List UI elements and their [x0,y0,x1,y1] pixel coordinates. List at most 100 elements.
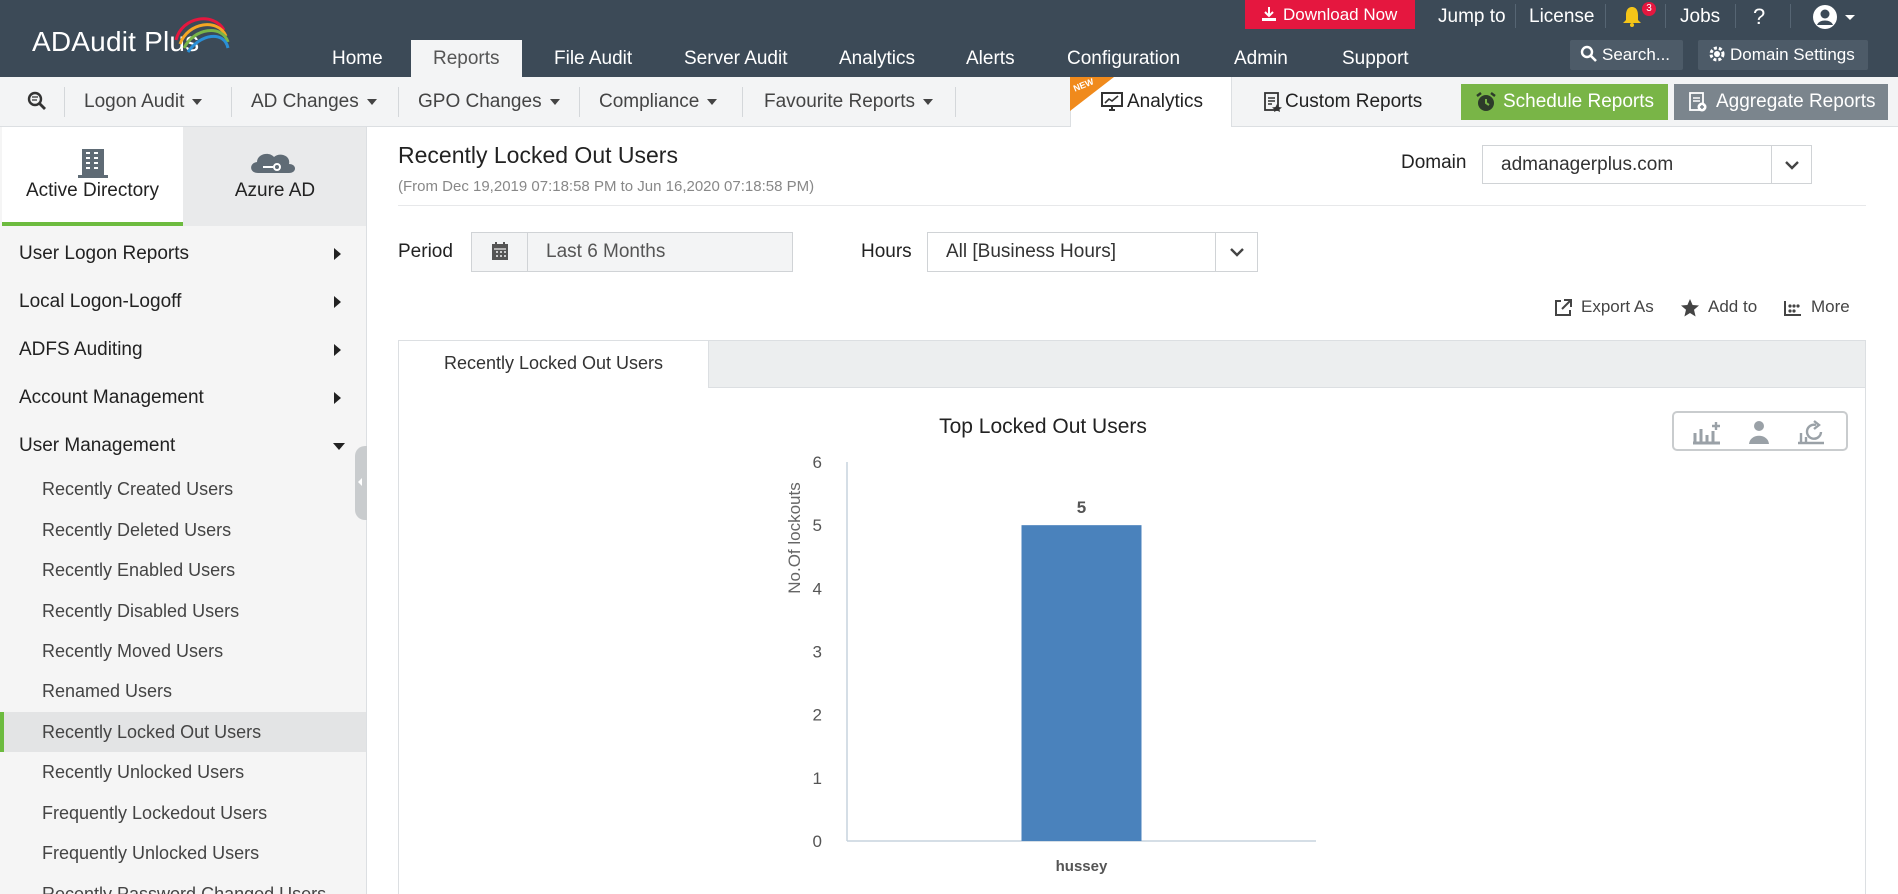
sidebar-item-recently-created-users[interactable]: Recently Created Users [0,469,366,509]
top-nav-server-audit[interactable]: Server Audit [662,40,810,77]
sidebar-item-frequently-lockedout-users[interactable]: Frequently Lockedout Users [0,793,366,833]
ad-changes-menu[interactable]: AD Changes [251,77,377,127]
domain-select[interactable]: admanagerplus.com [1482,145,1812,184]
expand-arrow-icon [334,248,341,260]
star-icon [1681,299,1699,317]
sidebar-item-recently-deleted-users[interactable]: Recently Deleted Users [0,510,366,550]
top-nav-home[interactable]: Home [310,40,405,77]
tab-recently-locked-out-users[interactable]: Recently Locked Out Users [399,341,709,388]
sidebar-item-frequently-unlocked-users[interactable]: Frequently Unlocked Users [0,833,366,873]
subnav-divider [742,87,743,117]
calendar-button[interactable] [472,233,528,271]
custom-report-icon [1264,92,1282,112]
sidebar-section-account-management[interactable]: Account Management [0,375,366,421]
top-nav-reports[interactable]: Reports [411,40,522,77]
sidebar-item-recently-disabled-users[interactable]: Recently Disabled Users [0,591,366,631]
compliance-label: Compliance [599,91,700,112]
global-search-button[interactable]: Search... [1570,40,1683,70]
ad-changes-label: AD Changes [251,91,359,112]
gpo-changes-label: GPO Changes [418,91,542,112]
sidebar: Active Directory Azure AD User Logon Rep… [0,127,367,894]
sidebar-collapse-handle[interactable] [355,446,367,520]
tab-active-directory[interactable]: Active Directory [2,127,183,226]
collapse-arrow-icon [333,443,345,450]
sidebar-section-user-logon-reports[interactable]: User Logon Reports [0,231,366,277]
caret-down-icon [923,98,934,105]
jobs-link[interactable]: Jobs [1680,0,1720,33]
domain-settings-button[interactable]: Domain Settings [1698,40,1868,70]
custom-reports-tab[interactable]: Custom Reports [1233,77,1455,127]
favourite-reports-label: Favourite Reports [764,91,916,112]
top-divider [1605,4,1606,28]
building-icon [78,149,108,178]
header-divider [398,205,1866,206]
sidebar-item-recently-locked-out-users[interactable]: Recently Locked Out Users [0,712,366,752]
gpo-changes-menu[interactable]: GPO Changes [418,77,560,127]
sidebar-section-user-management[interactable]: User Management [0,423,366,469]
expand-arrow-icon [334,344,341,356]
sidebar-section-label: ADFS Auditing [19,339,143,360]
aggregate-reports-button[interactable]: Aggregate Reports [1674,84,1888,120]
tab-azure-ad[interactable]: Azure AD [183,127,366,226]
add-to-button[interactable]: Add to [1680,295,1770,319]
caret-down-icon [707,98,718,105]
download-now-button[interactable]: Download Now [1245,0,1415,29]
more-button[interactable]: More [1783,295,1858,319]
period-label: Period [398,241,453,262]
user-avatar-icon[interactable] [1812,4,1858,30]
logon-audit-menu[interactable]: Logon Audit [84,77,203,127]
chart-y-axis-label: No.Of lockouts [785,482,804,594]
domain-dropdown-toggle[interactable] [1771,146,1811,183]
top-nav-analytics[interactable]: Analytics [817,40,937,77]
report-search-icon[interactable] [26,90,48,112]
chart-y-tick-label: 4 [813,579,822,598]
top-nav-support[interactable]: Support [1320,40,1431,77]
hours-select-value: All [Business Hours] [946,241,1117,262]
more-options-icon [1784,301,1801,316]
period-picker[interactable]: Last 6 Months [471,232,793,272]
top-nav-file-audit[interactable]: File Audit [532,40,654,77]
chart-y-tick-label: 6 [813,453,822,472]
subnav-divider [579,87,580,117]
export-as-button[interactable]: Export As [1553,295,1665,319]
export-as-label: Export As [1581,297,1654,316]
sidebar-section-label: User Management [19,435,176,456]
favourite-reports-menu[interactable]: Favourite Reports [764,77,934,127]
expand-arrow-icon [334,392,341,404]
hours-dropdown-toggle[interactable] [1215,233,1257,271]
sidebar-item-recently-moved-users[interactable]: Recently Moved Users [0,631,366,671]
report-tab-bar: Recently Locked Out Users [399,341,1865,388]
help-icon[interactable]: ? [1753,0,1765,33]
logon-audit-label: Logon Audit [84,91,185,112]
compliance-menu[interactable]: Compliance [599,77,718,127]
domain-select-value: admanagerplus.com [1501,154,1674,175]
notification-badge: 3 [1642,2,1656,16]
license-link[interactable]: License [1529,0,1595,33]
domain-settings-label: Domain Settings [1730,45,1855,64]
hours-select[interactable]: All [Business Hours] [927,232,1258,272]
chart-y-tick-label: 1 [813,769,822,788]
bell-icon[interactable] [1621,5,1643,27]
top-nav-admin[interactable]: Admin [1212,40,1310,77]
schedule-reports-button[interactable]: Schedule Reports [1461,84,1668,120]
top-nav-alerts[interactable]: Alerts [944,40,1037,77]
analytics-tab-label: Analytics [1127,91,1204,112]
top-divider [1790,4,1791,28]
caret-down-icon [366,98,377,105]
sidebar-item-recently-password-changed-users[interactable]: Recently Password Changed Users [0,874,366,894]
sidebar-section-local-logon-logoff[interactable]: Local Logon-Logoff [0,279,366,325]
jump-to-link[interactable]: Jump to [1438,0,1506,33]
subnav-divider [955,87,956,117]
sidebar-item-renamed-users[interactable]: Renamed Users [0,671,366,711]
page-title: Recently Locked Out Users [398,142,678,168]
sidebar-item-recently-unlocked-users[interactable]: Recently Unlocked Users [0,752,366,792]
aggregate-report-icon [1689,92,1707,112]
sidebar-item-recently-enabled-users[interactable]: Recently Enabled Users [0,550,366,590]
search-icon [1580,45,1597,62]
subnav-divider [398,87,399,117]
tab-active-directory-label: Active Directory [25,180,160,201]
sidebar-section-label: Account Management [19,387,204,408]
top-nav-configuration[interactable]: Configuration [1045,40,1202,77]
sidebar-section-adfs-auditing[interactable]: ADFS Auditing [0,327,366,373]
logo-swoosh-icon [174,17,230,53]
